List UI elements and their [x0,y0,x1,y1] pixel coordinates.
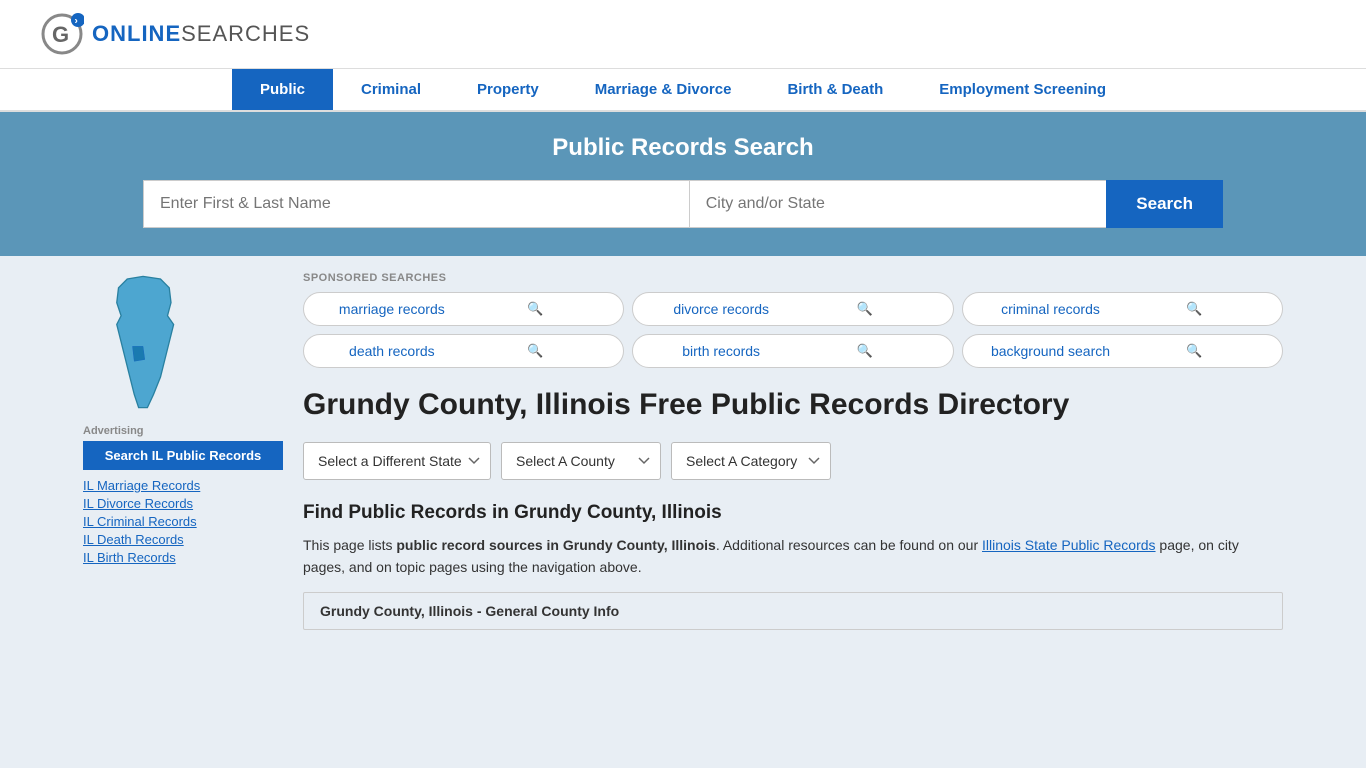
hero-title: Public Records Search [40,134,1326,162]
nav-property[interactable]: Property [449,69,567,110]
find-records-title: Find Public Records in Grundy County, Il… [303,502,1283,524]
illinois-map-svg [83,272,203,412]
search-icon-marriage: 🔍 [464,301,608,317]
sidebar: Advertising Search IL Public Records IL … [83,272,283,630]
selects-row: Select a Different State Select A County… [303,442,1283,480]
sponsored-text-death: death records [320,343,464,359]
find-text-1: This page lists [303,537,396,553]
sponsored-text-divorce: divorce records [649,301,793,317]
main-nav: Public Criminal Property Marriage & Divo… [0,69,1366,112]
sponsored-text-birth: birth records [649,343,793,359]
sponsored-item-divorce[interactable]: divorce records 🔍 [632,292,953,326]
sponsored-grid: marriage records 🔍 divorce records 🔍 cri… [303,292,1283,368]
sidebar-link-marriage[interactable]: IL Marriage Records [83,478,283,493]
nav-birth-death[interactable]: Birth & Death [759,69,911,110]
advertising-label: Advertising [83,425,283,437]
nav-employment[interactable]: Employment Screening [911,69,1134,110]
find-bold: public record sources in Grundy County, … [396,537,715,553]
sponsored-item-death[interactable]: death records 🔍 [303,334,624,368]
sidebar-link-birth[interactable]: IL Birth Records [83,550,283,565]
search-il-button[interactable]: Search IL Public Records [83,441,283,470]
sponsored-item-birth[interactable]: birth records 🔍 [632,334,953,368]
search-icon-birth: 🔍 [793,343,937,359]
sponsored-text-background: background search [979,343,1123,359]
sidebar-link-criminal[interactable]: IL Criminal Records [83,514,283,529]
category-select[interactable]: Select A Category [671,442,831,480]
sponsored-text-marriage: marriage records [320,301,464,317]
state-map [83,272,283,415]
sidebar-link-divorce[interactable]: IL Divorce Records [83,496,283,511]
find-records-text: This page lists public record sources in… [303,534,1283,579]
search-icon-divorce: 🔍 [793,301,937,317]
main-wrapper: Advertising Search IL Public Records IL … [63,256,1303,646]
nav-criminal[interactable]: Criminal [333,69,449,110]
city-input[interactable] [689,180,1107,228]
search-icon-background: 🔍 [1122,343,1266,359]
sidebar-link-death[interactable]: IL Death Records [83,532,283,547]
illinois-state-link[interactable]: Illinois State Public Records [982,537,1156,553]
nav-public[interactable]: Public [232,69,333,110]
svg-text:G: G [52,22,69,47]
search-icon-death: 🔍 [464,343,608,359]
logo[interactable]: G › ONLINE SEARCHES [40,12,310,56]
search-button[interactable]: Search [1106,180,1223,228]
main-content: SPONSORED SEARCHES marriage records 🔍 di… [303,272,1283,630]
sponsored-item-marriage[interactable]: marriage records 🔍 [303,292,624,326]
county-select[interactable]: Select A County [501,442,661,480]
page-title: Grundy County, Illinois Free Public Reco… [303,386,1283,424]
search-bar: Search [143,180,1223,228]
sponsored-label: SPONSORED SEARCHES [303,272,1283,284]
county-info-bar: Grundy County, Illinois - General County… [303,592,1283,630]
hero-banner: Public Records Search Search [0,112,1366,256]
sponsored-item-criminal[interactable]: criminal records 🔍 [962,292,1283,326]
svg-text:›: › [75,16,78,27]
name-input[interactable] [143,180,689,228]
logo-searches: SEARCHES [181,21,310,47]
nav-marriage-divorce[interactable]: Marriage & Divorce [567,69,760,110]
sponsored-item-background[interactable]: background search 🔍 [962,334,1283,368]
logo-online: ONLINE [92,21,181,47]
state-select[interactable]: Select a Different State [303,442,491,480]
logo-icon: G › [40,12,84,56]
search-icon-criminal: 🔍 [1122,301,1266,317]
sponsored-text-criminal: criminal records [979,301,1123,317]
site-header: G › ONLINE SEARCHES [0,0,1366,69]
find-text-2: . Additional resources can be found on o… [716,537,982,553]
logo-text: ONLINE SEARCHES [92,21,310,47]
